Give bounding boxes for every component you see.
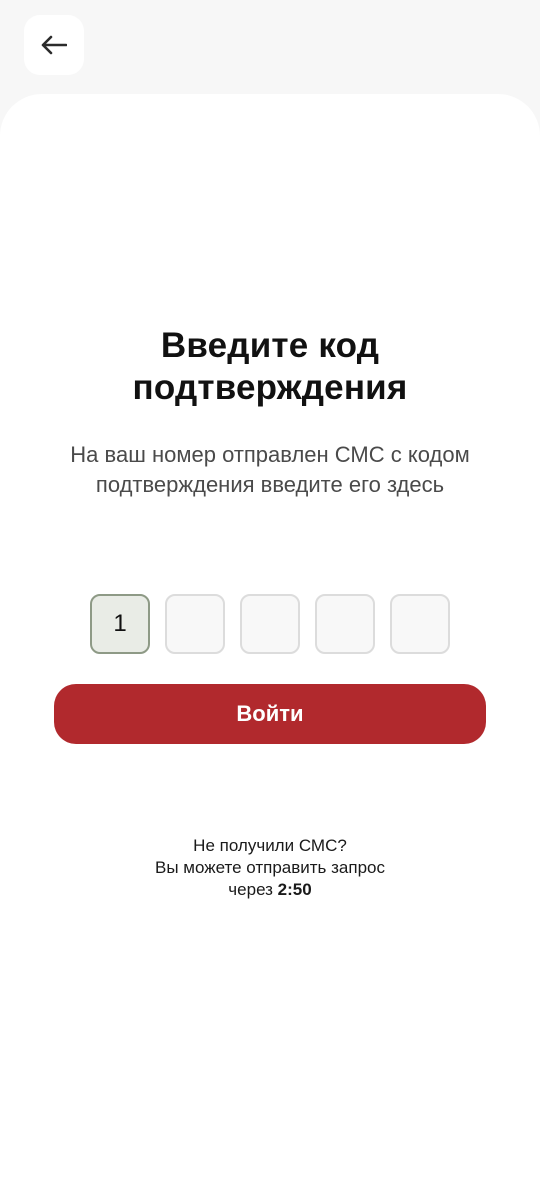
title-line-2: подтверждения <box>132 368 408 407</box>
resend-info: Не получили СМС? Вы можете отправить зап… <box>0 835 540 901</box>
code-input-row: 1 <box>90 594 450 654</box>
resend-line-2: Вы можете отправить запрос <box>154 858 385 877</box>
title-line-1: Введите код <box>160 326 380 365</box>
back-button[interactable] <box>24 15 84 75</box>
resend-timer: 2:50 <box>277 880 312 899</box>
code-digit-2[interactable] <box>165 594 225 654</box>
subtitle-line-1: На ваш номер отправлен СМС с кодом <box>70 442 470 467</box>
page-title: Введите код подтверждения <box>0 325 540 409</box>
arrow-left-icon <box>41 35 67 55</box>
code-digit-3[interactable] <box>240 594 300 654</box>
login-button[interactable]: Войти <box>54 684 486 744</box>
subtitle: На ваш номер отправлен СМС с кодом подтв… <box>20 440 520 500</box>
resend-prefix: через <box>228 880 278 899</box>
subtitle-line-2: подтверждения введите его здесь <box>95 472 445 497</box>
code-digit-5[interactable] <box>390 594 450 654</box>
resend-line-1: Не получили СМС? <box>193 836 347 855</box>
code-digit-4[interactable] <box>315 594 375 654</box>
code-digit-1[interactable]: 1 <box>90 594 150 654</box>
resend-line-3: через 2:50 <box>0 879 540 901</box>
